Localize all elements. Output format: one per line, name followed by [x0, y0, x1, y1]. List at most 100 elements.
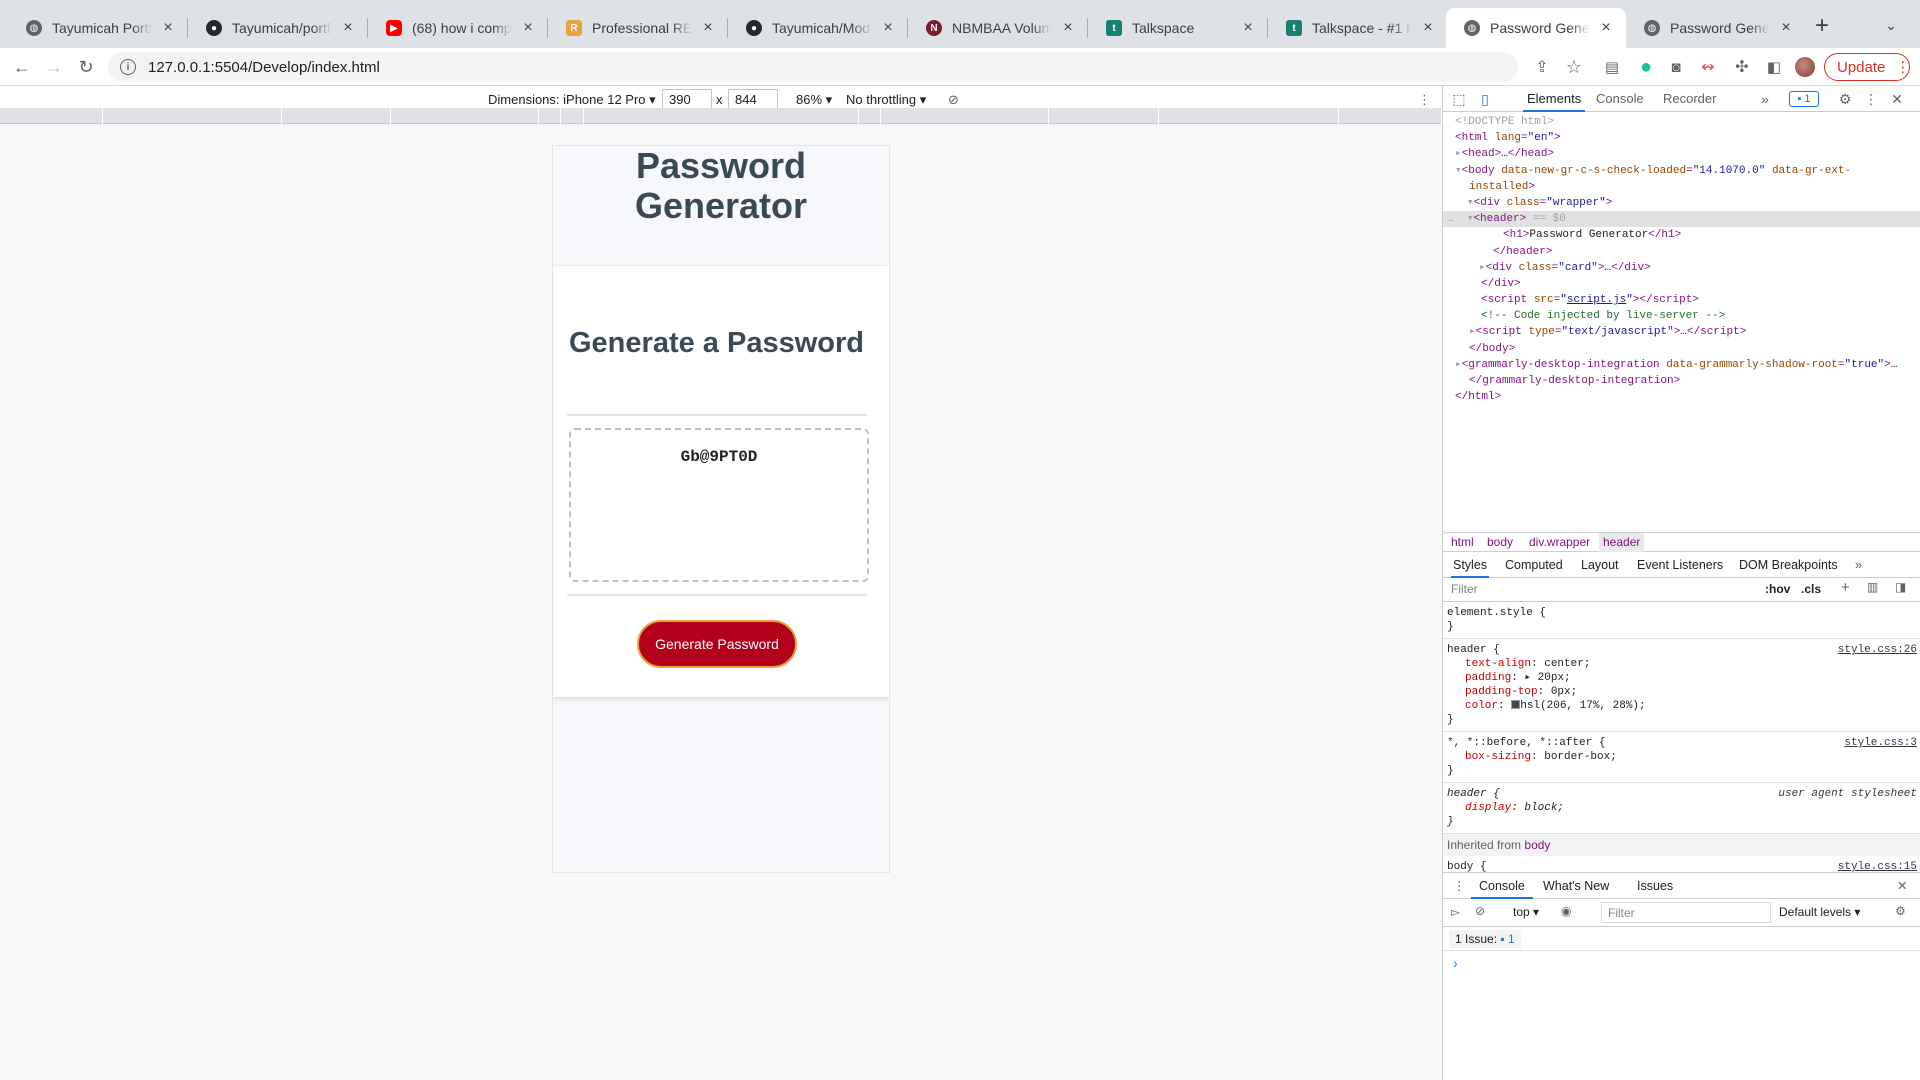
close-icon[interactable]: ✕	[1897, 878, 1907, 893]
dom-tree[interactable]: <!DOCTYPE html> <html lang="en"> ▸<head>…	[1443, 112, 1920, 532]
console-prompt[interactable]: ›	[1453, 955, 1458, 971]
new-tab-icon[interactable]: +	[1808, 12, 1836, 40]
tab-event-listeners[interactable]: Event Listeners	[1637, 552, 1723, 578]
tab-5[interactable]: ● Tayumicah/Module- ×	[728, 8, 908, 48]
console-filter-input[interactable]: Filter	[1601, 902, 1771, 923]
forward-icon[interactable]: →	[42, 55, 66, 79]
camera-icon[interactable]: ◙	[1664, 55, 1688, 79]
password-output[interactable]: Gb@9PT0D	[569, 428, 869, 582]
more-vert-icon[interactable]: ⋮	[1453, 878, 1466, 893]
tab-2[interactable]: ● Tayumicah/portfolio ×	[188, 8, 368, 48]
inspect-icon[interactable]: ⬚	[1451, 91, 1467, 107]
crumb-header[interactable]: header	[1599, 533, 1645, 552]
gear-icon[interactable]: ⚙	[1837, 91, 1853, 107]
info-icon[interactable]: i	[120, 59, 136, 75]
reload-icon[interactable]: ↻	[74, 55, 98, 79]
more-vert-icon[interactable]: ⋮	[1863, 91, 1879, 107]
more-tabs-icon[interactable]: »	[1855, 552, 1862, 578]
inherited-element[interactable]: body	[1524, 838, 1550, 852]
sidebar-toggle-icon[interactable]: ◨	[1895, 580, 1906, 594]
back-icon[interactable]: ←	[10, 55, 34, 79]
chevron-down-icon[interactable]: ⌄	[1880, 14, 1902, 36]
tab-dom-breakpoints[interactable]: DOM Breakpoints	[1739, 552, 1838, 578]
close-icon[interactable]: ×	[338, 18, 358, 38]
tab-6[interactable]: N NBMBAA Volunteers ×	[908, 8, 1088, 48]
grammarly-icon[interactable]: ●	[1634, 55, 1658, 79]
more-tabs-icon[interactable]: »	[1757, 91, 1773, 107]
eye-icon[interactable]: ◉	[1561, 904, 1571, 918]
avatar[interactable]	[1795, 57, 1815, 77]
add-rule-icon[interactable]: +	[1841, 579, 1850, 596]
source-link[interactable]: style.css:26	[1838, 643, 1917, 657]
close-icon[interactable]: ×	[158, 18, 178, 38]
hov-toggle[interactable]: :hov	[1765, 582, 1790, 596]
close-icon[interactable]: ×	[1058, 18, 1078, 38]
tab-recorder[interactable]: Recorder	[1663, 86, 1716, 112]
issues-badge[interactable]: ▪ 1	[1789, 91, 1819, 107]
more-vert-icon[interactable]: ⋮	[1418, 92, 1431, 108]
close-icon[interactable]: ×	[518, 18, 538, 38]
tab-3[interactable]: ▶ (68) how i complete ×	[368, 8, 548, 48]
address-bar[interactable]: i 127.0.0.1:5504/Develop/index.html	[108, 52, 1518, 82]
prop-value[interactable]: 0px;	[1551, 686, 1577, 698]
close-icon[interactable]: ×	[1238, 18, 1258, 38]
source-link[interactable]: style.css:15	[1838, 860, 1917, 872]
device-toggle-icon[interactable]: ▯	[1477, 91, 1493, 107]
tab-7[interactable]: t Talkspace ×	[1088, 8, 1268, 48]
tab-10[interactable]: ◍ Password Generator ×	[1626, 8, 1806, 48]
width-input[interactable]: 390	[662, 89, 712, 110]
tab-computed[interactable]: Computed	[1505, 552, 1563, 578]
tab-elements[interactable]: Elements	[1523, 86, 1586, 112]
prop-name[interactable]: color	[1465, 700, 1498, 712]
prop-value[interactable]: center;	[1544, 658, 1590, 670]
extensions-puzzle-icon[interactable]: ✣	[1730, 55, 1754, 79]
bookmark-star-icon[interactable]: ☆	[1562, 55, 1586, 79]
tab-9-active[interactable]: ◍ Password Generator ×	[1446, 8, 1626, 48]
gear-icon[interactable]: ⚙	[1895, 904, 1906, 918]
zoom-select[interactable]: 86% ▾	[796, 92, 832, 108]
tab-4[interactable]: R Professional READM ×	[548, 8, 728, 48]
context-select[interactable]: top ▾	[1513, 905, 1539, 919]
close-icon[interactable]: ×	[878, 18, 898, 38]
prop-name[interactable]: box-sizing	[1465, 751, 1531, 763]
generate-password-button[interactable]: Generate Password	[637, 620, 797, 668]
levels-select[interactable]: Default levels ▾	[1779, 905, 1860, 919]
cls-toggle[interactable]: .cls	[1801, 582, 1821, 596]
crumb-div-wrapper[interactable]: div.wrapper	[1529, 533, 1590, 552]
prop-name[interactable]: text-align	[1465, 658, 1531, 670]
drawer-tab-whats-new[interactable]: What's New	[1543, 873, 1609, 899]
prop-name[interactable]: padding-top	[1465, 686, 1538, 698]
sidebar-toggle-icon[interactable]: ▻	[1451, 905, 1460, 919]
issues-button[interactable]: 1 Issue: ▪ 1	[1449, 930, 1521, 948]
prop-value[interactable]: hsl(206, 17%, 28%);	[1520, 700, 1645, 712]
close-icon[interactable]: ×	[1596, 18, 1616, 38]
tab-styles[interactable]: Styles	[1451, 552, 1490, 578]
crumb-html[interactable]: html	[1451, 533, 1474, 552]
tab-1[interactable]: ◍ Tayumicah Portfolio ×	[8, 8, 188, 48]
drawer-tab-console[interactable]: Console	[1471, 873, 1533, 899]
tab-console[interactable]: Console	[1596, 86, 1644, 112]
rotate-icon[interactable]: ⊘	[948, 92, 959, 108]
sidepanel-icon[interactable]: ◧	[1762, 55, 1786, 79]
reader-icon[interactable]: ▤	[1600, 55, 1624, 79]
source-link[interactable]: style.css:3	[1844, 736, 1917, 750]
extension-red-icon[interactable]: ↭	[1696, 55, 1720, 79]
paint-icon[interactable]: ▥	[1867, 580, 1878, 594]
update-button[interactable]: Update ⋮	[1824, 53, 1910, 81]
media-query-ruler[interactable]	[0, 108, 1442, 124]
height-input[interactable]: 844	[728, 89, 778, 110]
prop-value[interactable]: border-box;	[1544, 751, 1617, 763]
tab-layout[interactable]: Layout	[1581, 552, 1619, 578]
styles-filter-input[interactable]: Filter	[1447, 580, 1757, 599]
throttling-select[interactable]: No throttling ▾	[846, 92, 926, 108]
close-icon[interactable]: ✕	[1889, 91, 1905, 107]
close-icon[interactable]: ×	[1776, 18, 1796, 38]
close-icon[interactable]: ×	[1418, 18, 1438, 38]
prop-value[interactable]: 20px;	[1538, 672, 1571, 684]
tab-8[interactable]: t Talkspace - #1 Rated ×	[1268, 8, 1448, 48]
styles-pane[interactable]: element.style { } style.css:26 header { …	[1443, 602, 1920, 872]
dimensions-select[interactable]: Dimensions: iPhone 12 Pro ▾	[488, 92, 656, 108]
color-swatch[interactable]	[1511, 700, 1521, 709]
clear-console-icon[interactable]: ⊘	[1475, 904, 1485, 918]
drawer-tab-issues[interactable]: Issues	[1637, 873, 1673, 899]
